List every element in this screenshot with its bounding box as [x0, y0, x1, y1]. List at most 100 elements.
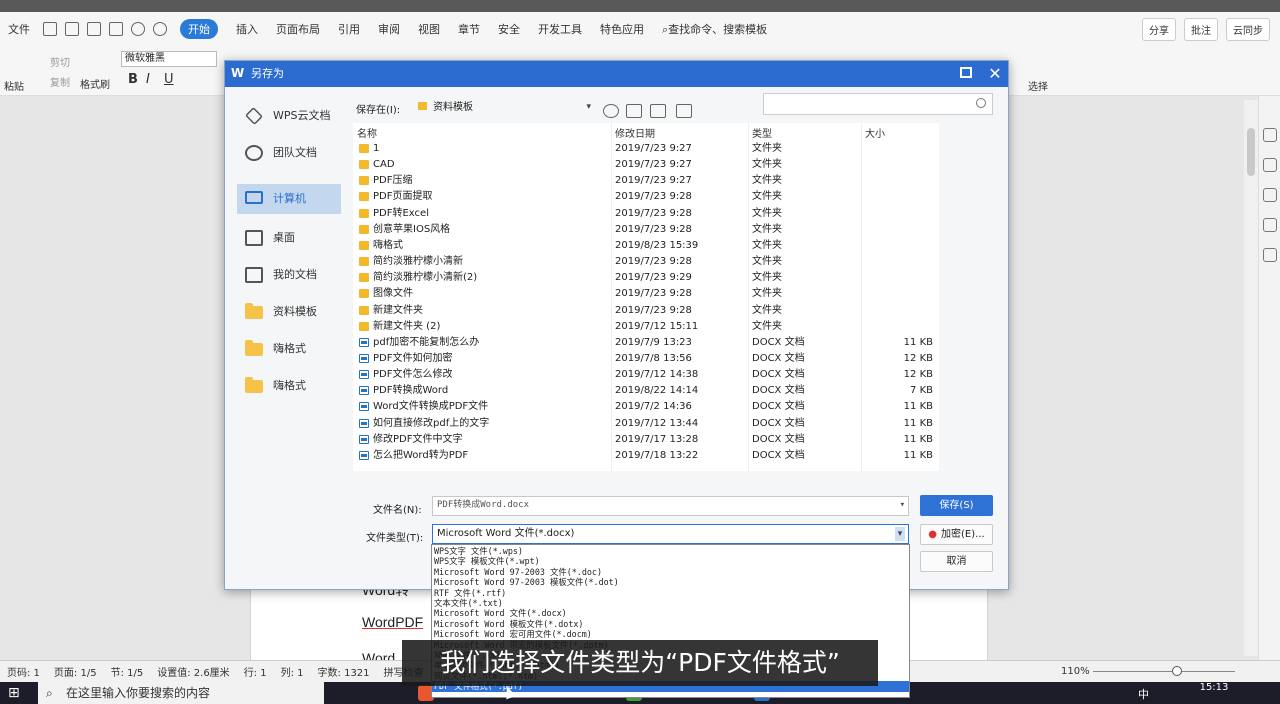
italic-icon[interactable]: I — [146, 72, 150, 87]
file-row[interactable]: 图像文件 2019/7/23 9:28 文件夹 — [353, 286, 939, 302]
sidebar-item-team-docs[interactable]: 团队文档 — [237, 138, 341, 168]
backup-icon[interactable] — [1262, 248, 1277, 262]
copy-button[interactable]: 复制 — [50, 74, 70, 89]
file-menu[interactable]: 文件 — [8, 21, 30, 37]
tab-features[interactable]: 特色应用 — [600, 21, 644, 37]
save-in-select[interactable]: 资料模板 ▾ — [413, 98, 595, 116]
zoom-slider-knob[interactable] — [1172, 666, 1182, 676]
file-search-input[interactable] — [763, 93, 993, 115]
filetype-option[interactable]: WPS文字 文件(*.wps) — [434, 546, 523, 556]
ime-indicator[interactable]: 中 — [1138, 686, 1149, 702]
column-header-size[interactable]: 大小 — [865, 125, 885, 140]
preview-icon[interactable] — [109, 22, 123, 36]
format-painter-button[interactable]: 格式刷 — [80, 76, 110, 91]
sidebar-item-haigeshi-2[interactable]: 嗨格式 — [237, 371, 341, 401]
annotate-button[interactable]: 批注 — [1184, 18, 1218, 41]
tab-home[interactable]: 开始 — [180, 19, 218, 39]
paste-button[interactable]: 粘贴 — [4, 78, 24, 93]
taskbar-search[interactable]: ⌕ 在这里输入你要搜索的内容 — [38, 682, 324, 704]
sidebar-item-my-documents[interactable]: 我的文档 — [237, 260, 341, 290]
underline-icon[interactable]: U — [164, 72, 174, 87]
view-menu-icon[interactable] — [676, 104, 692, 118]
filetype-option[interactable]: Microsoft Word 97-2003 文件(*.doc) — [434, 567, 602, 577]
column-header-type[interactable]: 类型 — [752, 125, 772, 140]
sidebar-item-computer[interactable]: 计算机 — [237, 184, 341, 214]
sidebar-item-desktop[interactable]: 桌面 — [237, 223, 341, 253]
filetype-option[interactable]: 文本文件(*.txt) — [434, 598, 503, 608]
filetype-option[interactable]: RTF 文件(*.rtf) — [434, 588, 506, 598]
tab-insert[interactable]: 插入 — [236, 21, 258, 37]
save-icon[interactable] — [43, 22, 57, 36]
undo-icon[interactable] — [131, 22, 145, 36]
column-header-modified[interactable]: 修改日期 — [615, 125, 655, 140]
file-row[interactable]: 新建文件夹 2019/7/23 9:28 文件夹 — [353, 303, 939, 319]
edit-icon[interactable] — [1262, 128, 1277, 142]
new-folder-icon[interactable] — [650, 104, 666, 118]
file-row[interactable]: PDF转Excel 2019/7/23 9:28 文件夹 — [353, 206, 939, 222]
file-row[interactable]: 简约淡雅柠檬小清新 2019/7/23 9:28 文件夹 — [353, 254, 939, 270]
up-folder-icon[interactable] — [626, 104, 642, 118]
vertical-scrollbar[interactable] — [1244, 100, 1258, 656]
file-row[interactable]: 如何直接修改pdf上的文字 2019/7/12 13:44 DOCX 文档 11 KB — [353, 416, 939, 432]
file-row[interactable]: 简约淡雅柠檬小清新(2) 2019/7/23 9:29 文件夹 — [353, 270, 939, 286]
cancel-button[interactable]: 取消 — [920, 551, 993, 572]
file-row[interactable]: Word文件转换成PDF文件 2019/7/2 14:36 DOCX 文档 11 KB — [353, 399, 939, 415]
tab-review[interactable]: 审阅 — [378, 21, 400, 37]
filetype-option[interactable]: WPS文字 模板文件(*.wpt) — [434, 556, 540, 566]
filetype-option[interactable]: Microsoft Word 模板文件(*.dotx) — [434, 619, 583, 629]
dialog-titlebar[interactable]: W 另存为 ✕ — [225, 61, 1008, 87]
tab-page-layout[interactable]: 页面布局 — [276, 21, 320, 37]
file-row[interactable]: PDF转换成Word 2019/8/22 14:14 DOCX 文档 7 KB — [353, 383, 939, 399]
file-row[interactable]: 创意苹果IOS风格 2019/7/23 9:28 文件夹 — [353, 222, 939, 238]
clock[interactable]: 15:13 — [1192, 682, 1236, 694]
print-icon[interactable] — [87, 22, 101, 36]
shape-icon[interactable] — [1262, 188, 1277, 202]
back-icon[interactable] — [603, 104, 619, 118]
maximize-icon[interactable] — [960, 67, 972, 78]
sidebar-item-haigeshi-1[interactable]: 嗨格式 — [237, 334, 341, 364]
output-icon[interactable] — [65, 22, 79, 36]
tab-developer[interactable]: 开发工具 — [538, 21, 582, 37]
encrypt-button[interactable]: ● 加密(E)... — [920, 524, 993, 545]
column-header-name[interactable]: 名称 — [357, 125, 377, 140]
status-words[interactable]: 字数: 1321 — [318, 664, 370, 679]
scrollbar-thumb[interactable] — [1247, 128, 1255, 176]
sync-button[interactable]: 云同步 — [1226, 18, 1270, 41]
sidebar-item-wps-cloud[interactable]: WPS云文档 — [237, 101, 341, 131]
bold-icon[interactable]: B — [128, 72, 138, 87]
file-row[interactable]: PDF文件如何加密 2019/7/8 13:56 DOCX 文档 12 KB — [353, 351, 939, 367]
file-row[interactable]: 嗨格式 2019/8/23 15:39 文件夹 — [353, 238, 939, 254]
share-button[interactable]: 分享 — [1142, 18, 1176, 41]
file-row[interactable]: 怎么把Word转为PDF 2019/7/18 13:22 DOCX 文档 11 KB — [353, 448, 939, 464]
cut-button[interactable]: 剪切 — [50, 54, 70, 69]
save-button[interactable]: 保存(S) — [920, 495, 993, 516]
zoom-level[interactable]: 110% — [1061, 666, 1090, 677]
file-row[interactable]: PDF文件怎么修改 2019/7/12 14:38 DOCX 文档 12 KB — [353, 367, 939, 383]
zoom-slider[interactable] — [1093, 671, 1235, 672]
redo-icon[interactable] — [153, 22, 167, 36]
sidebar-item-templates[interactable]: 资料模板 — [237, 297, 341, 327]
command-search[interactable]: ⌕查找命令、搜索模板 — [662, 21, 767, 37]
tab-view[interactable]: 视图 — [418, 21, 440, 37]
file-row[interactable]: PDF页面提取 2019/7/23 9:28 文件夹 — [353, 189, 939, 205]
font-name-select[interactable]: 微软雅黑 — [121, 51, 217, 67]
file-row[interactable]: 1 2019/7/23 9:27 文件夹 — [353, 141, 939, 157]
file-row[interactable]: pdf加密不能复制怎么办 2019/7/9 13:23 DOCX 文档 11 KB — [353, 335, 939, 351]
close-icon[interactable]: ✕ — [985, 61, 1005, 87]
filetype-option[interactable]: Microsoft Word 97-2003 模板文件(*.dot) — [434, 577, 619, 587]
filetype-select[interactable]: Microsoft Word 文件(*.docx) ▾ — [432, 524, 909, 544]
file-row[interactable]: CAD 2019/7/23 9:27 文件夹 — [353, 157, 939, 173]
tab-chapter[interactable]: 章节 — [458, 21, 480, 37]
tab-security[interactable]: 安全 — [498, 21, 520, 37]
pointer-icon[interactable] — [1262, 158, 1277, 172]
file-row[interactable]: 新建文件夹 (2) 2019/7/12 15:11 文件夹 — [353, 319, 939, 335]
settings-icon[interactable] — [1262, 218, 1277, 232]
select-button[interactable]: 选择 — [1028, 78, 1048, 93]
windows-start-icon[interactable]: ⊞ — [8, 685, 20, 701]
file-row[interactable]: 修改PDF文件中文字 2019/7/17 13:28 DOCX 文档 11 KB — [353, 432, 939, 448]
tab-references[interactable]: 引用 — [338, 21, 360, 37]
filetype-option[interactable]: Microsoft Word 宏可用文件(*.docm) — [434, 629, 592, 639]
file-row[interactable]: PDF压缩 2019/7/23 9:27 文件夹 — [353, 173, 939, 189]
filetype-option[interactable]: Microsoft Word 文件(*.docx) — [434, 608, 567, 618]
filename-input[interactable]: PDF转换成Word.docx ▾ — [432, 496, 909, 516]
